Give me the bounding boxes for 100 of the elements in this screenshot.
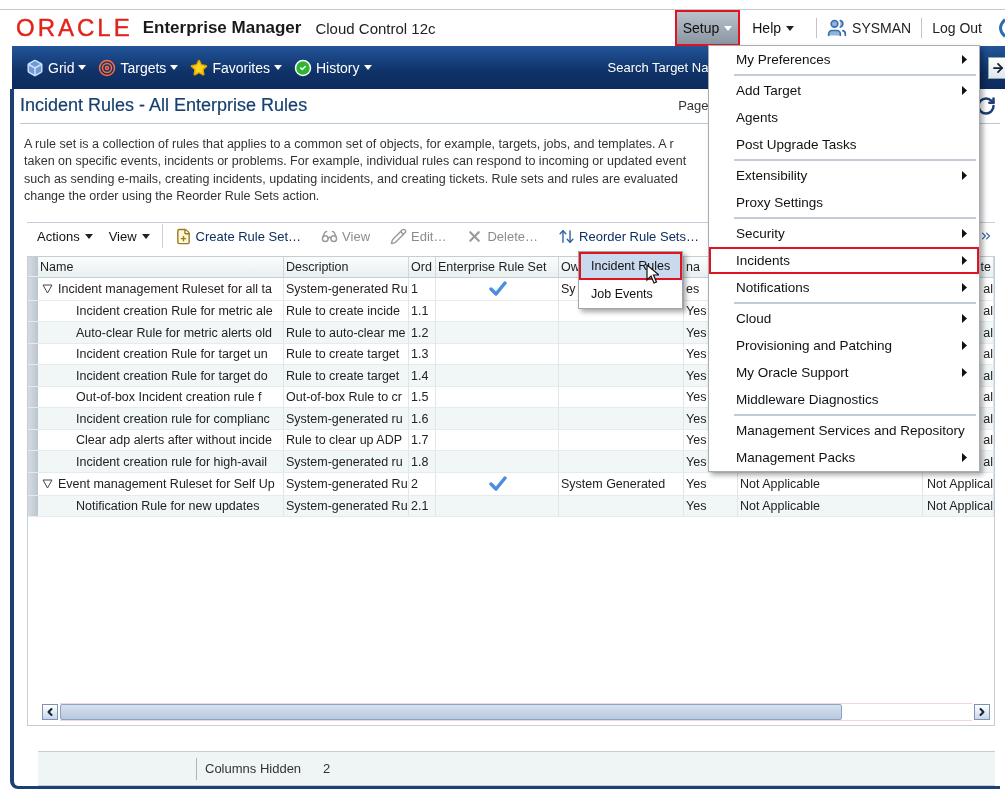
nav-menu-item[interactable]: History — [287, 58, 378, 77]
column-header[interactable]: Ord — [409, 256, 436, 277]
row-header[interactable] — [28, 408, 38, 430]
menu-item[interactable]: Middleware Diagnostics — [709, 386, 979, 413]
table-cell: Rule to auto-clear me — [284, 322, 409, 344]
menu-item[interactable]: Provisioning and Patching — [709, 332, 979, 359]
header-menu-button[interactable]: Setup — [674, 10, 741, 46]
status-value: 2 — [323, 761, 331, 777]
scroll-thumb[interactable] — [60, 703, 842, 720]
row-header[interactable] — [28, 386, 38, 409]
menu-item[interactable]: My Oracle Support — [709, 359, 979, 386]
column-header[interactable]: Name — [38, 256, 284, 277]
expanded-triangle-icon[interactable] — [42, 283, 53, 294]
table-cell: 2 — [409, 472, 436, 496]
table-cell: Incident management Ruleset for all ta — [58, 281, 272, 296]
column-header[interactable]: Enterprise Rule Set — [436, 256, 559, 277]
target-icon — [98, 58, 117, 77]
cube-icon — [26, 58, 44, 77]
table-cell: System-generated ru — [284, 451, 409, 473]
submenu-arrow-icon — [962, 368, 967, 377]
caret-icon — [84, 233, 93, 239]
check-circle-icon — [293, 58, 312, 77]
table-cell: 2.1 — [409, 495, 436, 518]
nav-menu-item[interactable]: Favorites — [184, 58, 288, 77]
table-cell: Incident creation rule for high-avail — [76, 454, 268, 469]
toolbar-menu[interactable]: Actions — [31, 228, 99, 244]
forward-button[interactable] — [988, 56, 1005, 79]
row-header[interactable] — [28, 300, 38, 323]
submenu-arrow-icon — [962, 453, 967, 462]
oracle-logo: ORACLE — [16, 14, 133, 42]
table-cell: 1.4 — [409, 365, 436, 387]
nav-menu-item[interactable]: Targets — [92, 58, 185, 77]
status-label: Columns Hidden — [205, 761, 302, 777]
submenu-arrow-icon — [962, 314, 967, 323]
search-label: Search Target Na — [607, 60, 709, 75]
caret-icon — [141, 233, 150, 239]
menu-item[interactable]: Agents — [709, 104, 979, 131]
menu-item[interactable]: Notifications — [709, 274, 979, 301]
horizontal-scrollbar[interactable] — [42, 702, 990, 722]
table-cell: System-generated Ru — [284, 472, 409, 496]
menu-item[interactable]: Post Upgrade Tasks — [709, 131, 979, 158]
table-cell: Not Applicable — [738, 495, 923, 518]
toolbar-button[interactable]: Create Rule Set… — [170, 227, 306, 245]
submenu-arrow-icon — [962, 341, 967, 350]
submenu-arrow-icon — [962, 283, 967, 292]
menu-item[interactable]: Proxy Settings — [709, 189, 979, 216]
table-cell: 1.2 — [409, 322, 436, 344]
header-menu-button[interactable]: Help — [744, 10, 803, 46]
expanded-triangle-icon[interactable] — [42, 478, 53, 489]
menu-item[interactable]: Cloud — [709, 305, 979, 332]
scroll-left-button[interactable] — [42, 703, 58, 720]
row-header[interactable] — [28, 365, 38, 387]
toolbar-menu[interactable]: View — [102, 228, 156, 244]
submenu-arrow-icon — [962, 229, 967, 238]
table-cell: Incident creation Rule for target un — [76, 347, 268, 362]
row-header[interactable] — [28, 429, 38, 452]
nav-menu-item[interactable]: Grid — [20, 58, 93, 77]
submenu-arrow-icon — [962, 256, 967, 265]
table-cell: Not Applical — [923, 495, 994, 518]
menu-item[interactable]: Management Services and Repository — [709, 417, 979, 444]
menu-item[interactable]: Extensibility — [709, 162, 979, 189]
menu-item[interactable]: Incidents — [709, 247, 979, 274]
up-down-arrows-icon — [558, 227, 576, 245]
product-name: Enterprise Manager — [142, 18, 302, 38]
toolbar-button[interactable]: Reorder Rule Sets… — [554, 227, 703, 245]
menu-item[interactable]: Management Packs — [709, 444, 979, 471]
caret-icon — [170, 65, 179, 70]
row-header[interactable] — [28, 343, 38, 366]
row-header[interactable] — [28, 451, 38, 473]
caret-icon — [363, 65, 372, 70]
table-cell: Notification Rule for new updates — [76, 499, 260, 514]
menu-item[interactable]: Add Target — [709, 77, 979, 104]
submenu-arrow-icon — [962, 86, 967, 95]
arrow-right-icon — [991, 60, 1005, 75]
table-cell: Incident creation Rule for metric ale — [76, 304, 273, 319]
table-cell: System-generated Ru — [284, 277, 409, 301]
caret-icon — [786, 25, 795, 31]
menu-item[interactable]: My Preferences — [709, 46, 979, 73]
table-cell: 1.8 — [409, 451, 436, 473]
scroll-right-button[interactable] — [974, 703, 990, 720]
row-header[interactable] — [28, 495, 38, 518]
table-cell: Event management Ruleset for Self Up — [58, 476, 275, 491]
logout-link[interactable]: Log Out — [932, 20, 982, 36]
column-header[interactable]: Description — [284, 256, 409, 277]
arc-icon — [996, 18, 1005, 38]
caret-icon — [78, 65, 87, 70]
menu-item[interactable]: Job Events — [579, 280, 682, 308]
pencil-icon — [390, 227, 408, 245]
page-title: Incident Rules - All Enterprise Rules — [20, 95, 308, 117]
users-icon — [827, 18, 848, 38]
row-header[interactable] — [28, 322, 38, 344]
table-cell: Auto-clear Rule for metric alerts old — [76, 325, 272, 340]
product-edition: Cloud Control 12c — [315, 19, 436, 37]
table-cell: System Generated — [559, 472, 684, 496]
table-cell: 1.6 — [409, 408, 436, 430]
menu-item[interactable]: Security — [709, 220, 979, 247]
table-cell: Incident creation rule for complianc — [76, 411, 270, 426]
table-cell: 1 — [409, 277, 436, 301]
page-label: Page — [678, 98, 709, 114]
table-cell: Incident creation Rule for target do — [76, 368, 268, 383]
